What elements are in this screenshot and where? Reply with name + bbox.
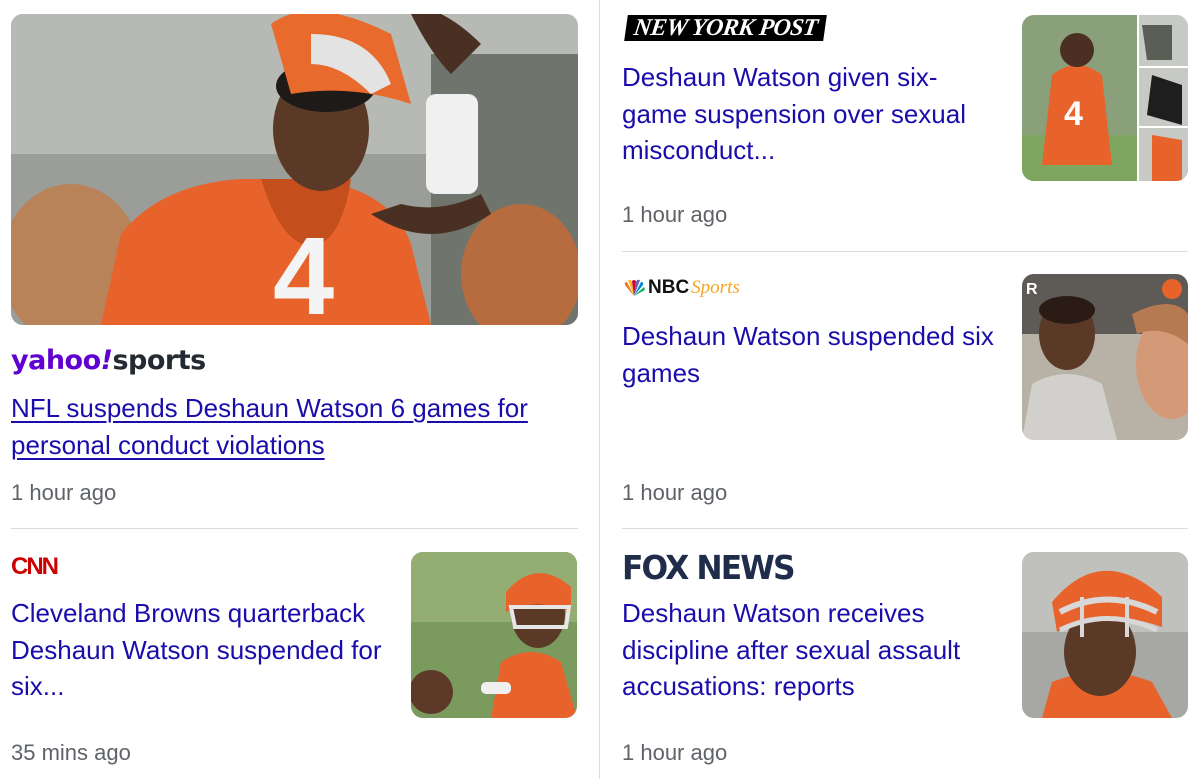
headline-foxnews[interactable]: Deshaun Watson receives discipline after… <box>622 595 1012 705</box>
article-thumbnail-nbcsports[interactable]: R <box>1022 274 1188 440</box>
source-logo-nbc-sports: NBC Sports <box>622 276 740 300</box>
headline-nbcsports[interactable]: Deshaun Watson suspended six games <box>622 318 1002 391</box>
timestamp-nbcsports: 1 hour ago <box>622 480 728 505</box>
svg-text:R: R <box>1026 281 1038 298</box>
article-thumbnail-cnn[interactable] <box>411 552 577 718</box>
article-thumbnail-foxnews[interactable] <box>1022 552 1188 718</box>
article-image-yahoo[interactable]: 4 <box>11 14 578 325</box>
headline-nypost[interactable]: Deshaun Watson given six-game suspension… <box>622 59 992 169</box>
timestamp-cnn: 35 mins ago <box>11 740 131 765</box>
nbc-peacock-icon <box>622 279 646 297</box>
source-logo-fox-news: FOX NEWS <box>622 547 796 587</box>
column-divider <box>599 0 600 779</box>
timestamp-foxnews: 1 hour ago <box>622 740 728 765</box>
headline-cnn[interactable]: Cleveland Browns quarterback Deshaun Wat… <box>11 595 391 705</box>
timestamp-yahoo: 1 hour ago <box>11 480 117 505</box>
timestamp-nypost: 1 hour ago <box>622 202 728 227</box>
svg-text:4: 4 <box>1064 95 1083 133</box>
divider <box>622 528 1188 529</box>
divider <box>622 251 1188 252</box>
divider <box>11 528 578 529</box>
article-thumbnail-nypost[interactable]: 4 <box>1022 15 1188 181</box>
headline-yahoo[interactable]: NFL suspends Deshaun Watson 6 games for … <box>11 390 571 463</box>
source-logo-cnn: CNN <box>11 553 59 580</box>
source-logo-new-york-post: NEW YORK POST <box>624 15 828 41</box>
svg-text:4: 4 <box>273 215 334 325</box>
source-logo-yahoo-sports: yahoo! sports <box>11 344 206 376</box>
